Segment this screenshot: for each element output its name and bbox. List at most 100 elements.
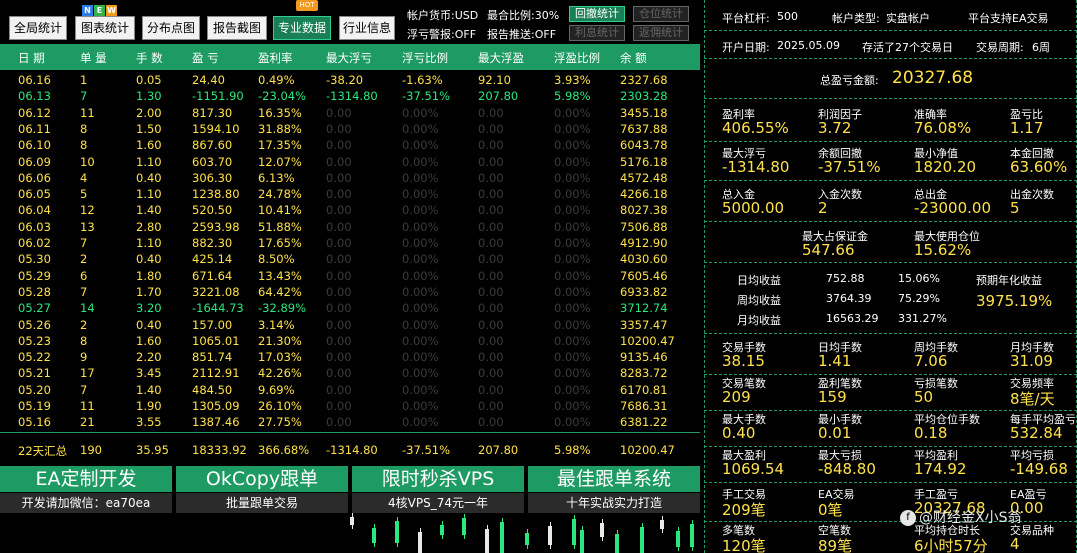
new-badge: N E W <box>82 5 117 16</box>
row-float-loss-ratio: 0.00% <box>402 399 439 413</box>
row-float-profit-ratio: 0.00% <box>554 268 591 283</box>
row-rate: 0.49% <box>258 73 295 87</box>
distribution-chart-button[interactable]: 分布点图 <box>142 16 200 40</box>
table-row: 06.16 1 0.05 24.40 0.49% -38.20 -1.63% 92.10 3.9… <box>0 72 700 88</box>
row-date: 05.23 <box>18 333 51 348</box>
metric-value: 7.06 <box>914 352 948 370</box>
row-balance: 2327.68 <box>620 73 668 87</box>
candle-body <box>676 531 680 547</box>
row-rate: 6.13% <box>258 170 295 185</box>
global-stats-button[interactable]: 全局统计 <box>9 16 67 40</box>
leverage-value: 500 <box>777 10 798 23</box>
row-lots: 0.40 <box>136 317 162 332</box>
row-max-float-loss: 0.00 <box>326 154 352 169</box>
row-rate: 9.69% <box>258 382 295 397</box>
row-balance: 7637.88 <box>620 121 668 136</box>
row-pnl: 157.00 <box>192 317 233 332</box>
row-balance: 2303.28 <box>620 89 668 104</box>
annual-value: 3975.19% <box>976 292 1053 310</box>
weekly-income-value: 3764.39 <box>826 292 872 305</box>
row-date: 05.22 <box>18 350 51 365</box>
candle-body <box>500 522 504 553</box>
row-orders: 14 <box>80 301 95 316</box>
row-float-profit-ratio: 0.00% <box>554 121 591 136</box>
watermark: f @财经金X小S翁 <box>900 507 1021 527</box>
drawdown-stats-button[interactable]: 回撤统计 <box>569 6 625 22</box>
row-rate: 12.07% <box>258 154 302 169</box>
promo-vps-button[interactable]: 限时秒杀VPS <box>352 466 524 492</box>
row-orders: 7 <box>80 236 88 250</box>
row-float-profit-ratio: 0.00% <box>554 105 591 120</box>
metric-value: 209 <box>722 388 751 406</box>
metric-value: 38.15 <box>722 352 765 370</box>
row-float-profit-ratio: 0.00% <box>554 219 591 234</box>
position-stats-button[interactable]: 仓位统计 <box>633 6 689 22</box>
table-body: 06.16 1 0.05 24.40 0.49% -38.20 -1.63% 92.10 3.9… <box>0 72 700 430</box>
row-pnl: 2112.91 <box>192 366 240 381</box>
metric-value: 0笔 <box>818 501 843 519</box>
row-orders: 10 <box>80 154 95 169</box>
row-date: 06.12 <box>18 105 51 120</box>
row-balance: 4572.48 <box>620 170 668 185</box>
row-max-float-profit: 0.00 <box>478 284 504 299</box>
row-rate: 64.42% <box>258 284 302 299</box>
candle-body <box>690 524 694 547</box>
row-float-profit-ratio: 5.98% <box>554 89 591 104</box>
weekly-income-label: 周均收益 <box>737 294 781 307</box>
row-float-loss-ratio: 0.00% <box>402 154 439 169</box>
row-date: 06.09 <box>18 154 51 169</box>
table-row: 05.20 7 1.40 484.50 9.69% 0.00 0.00% 0.00 0.00% 6… <box>0 382 700 398</box>
promo-okcopy-button[interactable]: OkCopy跟单 <box>176 466 348 492</box>
divider <box>704 141 1077 142</box>
promo-ea-dev-button[interactable]: EA定制开发 <box>0 466 172 492</box>
candle-body <box>395 521 399 543</box>
row-lots: 0.40 <box>136 252 162 267</box>
row-max-float-loss: 0.00 <box>326 415 352 430</box>
row-orders: 7 <box>80 382 88 397</box>
table-row: 05.21 17 3.45 2112.91 42.26% 0.00 0.00% 0.00 0.0… <box>0 365 700 381</box>
metric-value: 50 <box>914 388 934 406</box>
row-max-float-loss: 0.00 <box>326 268 352 283</box>
row-lots: 1.10 <box>136 236 162 250</box>
metric-value: 1.17 <box>1010 119 1044 137</box>
pro-data-button[interactable]: 专业数据 <box>273 16 331 40</box>
metric-value: 0.18 <box>914 424 948 442</box>
interest-stats-button[interactable]: 利息统计 <box>569 25 625 41</box>
row-lots: 3.20 <box>136 301 162 316</box>
row-orders: 1 <box>80 73 88 87</box>
row-max-float-profit: 0.00 <box>478 350 504 365</box>
chart-stats-button[interactable]: 图表统计 <box>75 16 135 40</box>
row-pnl: 603.70 <box>192 154 233 169</box>
candle-body <box>640 527 644 553</box>
row-rate: 27.75% <box>258 415 302 430</box>
row-float-profit-ratio: 3.93% <box>554 73 591 87</box>
row-max-float-profit: 0.00 <box>478 170 504 185</box>
cycle-label: 交易周期: <box>976 41 1024 54</box>
row-balance: 6170.81 <box>620 382 668 397</box>
industry-info-button[interactable]: 行业信息 <box>339 16 395 40</box>
row-date: 05.16 <box>18 415 51 430</box>
summary-balance: 10200.47 <box>620 443 675 457</box>
row-rate: 42.26% <box>258 366 302 381</box>
acct-type-value: 实盘帐户 <box>886 12 930 25</box>
col-max-float-loss: 最大浮亏 <box>326 51 372 65</box>
candle-body <box>660 520 664 529</box>
promo-copy-system-button[interactable]: 最佳跟单系统 <box>528 466 700 492</box>
table-row: 05.22 9 2.20 851.74 17.03% 0.00 0.00% 0.00 0.00%… <box>0 349 700 365</box>
row-max-float-profit: 0.00 <box>478 138 504 153</box>
row-pnl: 867.60 <box>192 138 233 153</box>
report-screenshot-button[interactable]: 报告截图 <box>207 16 267 40</box>
row-pnl: 1594.10 <box>192 121 240 136</box>
metric-value: 15.62% <box>914 241 972 259</box>
summary-row: 22天汇总 190 35.95 18333.92 366.68% -1314.8… <box>0 432 700 464</box>
row-balance: 5176.18 <box>620 154 668 169</box>
row-date: 06.05 <box>18 187 51 202</box>
rebate-stats-button[interactable]: 返佣统计 <box>633 25 689 41</box>
row-rate: 21.30% <box>258 333 302 348</box>
row-balance: 8283.72 <box>620 366 668 381</box>
platform-ea-text: 平台支持EA交易 <box>968 12 1049 25</box>
row-balance: 7506.88 <box>620 219 668 234</box>
row-max-float-profit: 0.00 <box>478 317 504 332</box>
row-float-profit-ratio: 0.00% <box>554 350 591 365</box>
table-row: 06.03 13 2.80 2593.98 51.88% 0.00 0.00% 0.00 0.0… <box>0 219 700 235</box>
